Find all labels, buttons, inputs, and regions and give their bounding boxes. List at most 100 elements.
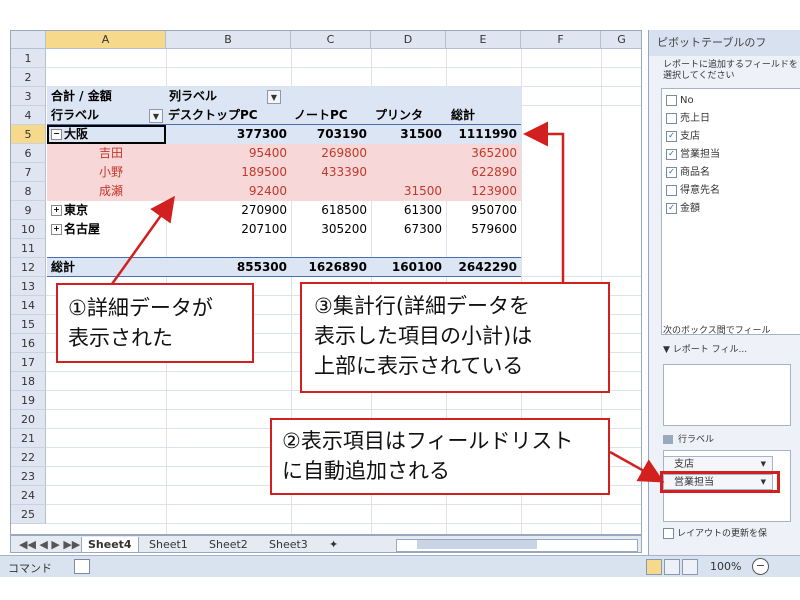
value-cell[interactable]: 123900 — [446, 182, 521, 201]
expand-icon[interactable]: + — [51, 205, 62, 216]
value-cell[interactable]: 618500 — [291, 201, 371, 220]
grand-total-label[interactable]: 総計 — [51, 258, 161, 277]
row-header[interactable]: 22 — [11, 448, 46, 467]
column-label-cell[interactable]: ノートPC — [294, 106, 371, 125]
macro-record-icon[interactable] — [74, 559, 90, 574]
value-cell[interactable]: 433390 — [291, 163, 371, 182]
sheet-tab[interactable]: Sheet2 — [203, 537, 254, 552]
value-cell[interactable]: 1626890 — [291, 258, 371, 277]
checkbox-icon[interactable] — [666, 112, 677, 124]
checkbox-checked-icon[interactable]: ✓ — [666, 166, 677, 178]
value-cell[interactable]: 61300 — [371, 201, 446, 220]
row-header[interactable]: 7 — [11, 163, 46, 182]
value-cell[interactable] — [371, 144, 446, 163]
row-item-cell[interactable]: + 名古屋 — [51, 220, 161, 239]
value-cell[interactable]: 2642290 — [446, 258, 521, 277]
value-cell[interactable]: 855300 — [166, 258, 291, 277]
value-cell[interactable]: 305200 — [291, 220, 371, 239]
value-cell[interactable] — [371, 163, 446, 182]
row-header[interactable]: 12 — [11, 258, 46, 277]
row-header[interactable]: 18 — [11, 372, 46, 391]
normal-view-icon[interactable] — [646, 559, 662, 575]
value-cell[interactable]: 189500 — [166, 163, 291, 182]
row-header[interactable]: 5 — [11, 125, 46, 144]
row-header[interactable]: 17 — [11, 353, 46, 372]
field-item[interactable]: ✓ 営業担当 — [666, 147, 720, 163]
value-cell[interactable]: 270900 — [166, 201, 291, 220]
checkbox-checked-icon[interactable]: ✓ — [666, 130, 677, 142]
value-cell[interactable]: 579600 — [446, 220, 521, 239]
value-cell[interactable]: 1111990 — [446, 125, 521, 144]
pivot-value-label[interactable]: 合計 / 金額 — [51, 87, 166, 106]
field-item[interactable]: ✓ 商品名 — [666, 165, 710, 181]
column-label-cell[interactable]: 総計 — [451, 106, 521, 125]
row-header[interactable]: 14 — [11, 296, 46, 315]
horizontal-scrollbar[interactable] — [396, 539, 638, 552]
row-header[interactable]: 16 — [11, 334, 46, 353]
sheet-tab[interactable]: Sheet3 — [263, 537, 314, 552]
column-label-cell[interactable]: デスクトップPC — [166, 106, 291, 125]
row-header[interactable]: 23 — [11, 467, 46, 486]
insert-sheet-icon[interactable]: ✦ — [323, 537, 344, 552]
row-header[interactable]: 4 — [11, 106, 46, 125]
zoom-level[interactable]: 100% — [710, 560, 741, 573]
value-cell[interactable]: 95400 — [166, 144, 291, 163]
column-header-b[interactable]: B — [166, 31, 291, 49]
value-cell[interactable]: 207100 — [166, 220, 291, 239]
column-labels-header[interactable]: 列ラベル — [169, 87, 269, 106]
row-header[interactable]: 19 — [11, 391, 46, 410]
checkbox-icon[interactable] — [666, 184, 677, 196]
value-cell[interactable]: 67300 — [371, 220, 446, 239]
column-header-f[interactable]: F — [521, 31, 601, 49]
field-item[interactable]: ✓ 支店 — [666, 129, 700, 145]
tab-scroll-buttons[interactable]: ◀◀ ◀ ▶ ▶▶ — [13, 537, 86, 552]
value-cell[interactable]: 92400 — [166, 182, 291, 201]
column-label-cell[interactable]: プリンタ — [375, 106, 446, 125]
row-header[interactable]: 11 — [11, 239, 46, 258]
select-all-corner[interactable] — [11, 31, 46, 49]
page-layout-view-icon[interactable] — [664, 559, 680, 575]
row-header[interactable]: 24 — [11, 486, 46, 505]
value-cell[interactable]: 377300 — [166, 125, 291, 144]
row-header[interactable]: 3 — [11, 87, 46, 106]
row-header[interactable]: 8 — [11, 182, 46, 201]
value-cell[interactable] — [291, 182, 371, 201]
row-header[interactable]: 10 — [11, 220, 46, 239]
row-header[interactable]: 13 — [11, 277, 46, 296]
column-header-g[interactable]: G — [601, 31, 641, 49]
chevron-down-icon[interactable]: ▼ — [761, 457, 766, 472]
value-cell[interactable]: 365200 — [446, 144, 521, 163]
value-cell[interactable]: 950700 — [446, 201, 521, 220]
detail-item-label[interactable]: 小野 — [99, 163, 159, 182]
value-cell[interactable]: 703190 — [291, 125, 371, 144]
row-item-cell[interactable]: + 東京 — [51, 201, 161, 220]
sheet-tab[interactable]: Sheet1 — [143, 537, 194, 552]
zoom-out-icon[interactable]: − — [752, 558, 769, 575]
checkbox-checked-icon[interactable]: ✓ — [666, 202, 677, 214]
column-header-d[interactable]: D — [371, 31, 446, 49]
row-header[interactable]: 21 — [11, 429, 46, 448]
report-filter-area[interactable] — [663, 364, 791, 426]
column-filter-dropdown-icon[interactable]: ▼ — [267, 90, 281, 104]
column-header-e[interactable]: E — [446, 31, 521, 49]
row-header[interactable]: 1 — [11, 49, 46, 68]
field-item[interactable]: No — [666, 93, 694, 109]
value-cell[interactable]: 160100 — [371, 258, 446, 277]
row-header[interactable]: 20 — [11, 410, 46, 429]
column-header-c[interactable]: C — [291, 31, 371, 49]
detail-item-label[interactable]: 吉田 — [99, 144, 159, 163]
scrollbar-thumb[interactable] — [417, 540, 537, 549]
expand-icon[interactable]: + — [51, 224, 62, 235]
value-cell[interactable]: 31500 — [371, 125, 446, 144]
row-filter-dropdown-icon[interactable]: ▼ — [149, 109, 163, 123]
field-item[interactable]: 売上日 — [666, 111, 710, 127]
row-header[interactable]: 2 — [11, 68, 46, 87]
row-header[interactable]: 6 — [11, 144, 46, 163]
field-item[interactable]: ✓ 金額 — [666, 201, 700, 217]
detail-item-label[interactable]: 成瀬 — [99, 182, 159, 201]
checkbox-checked-icon[interactable]: ✓ — [666, 148, 677, 160]
row-labels-header[interactable]: 行ラベル — [51, 106, 146, 125]
row-header[interactable]: 25 — [11, 505, 46, 524]
value-cell[interactable]: 622890 — [446, 163, 521, 182]
page-break-view-icon[interactable] — [682, 559, 698, 575]
